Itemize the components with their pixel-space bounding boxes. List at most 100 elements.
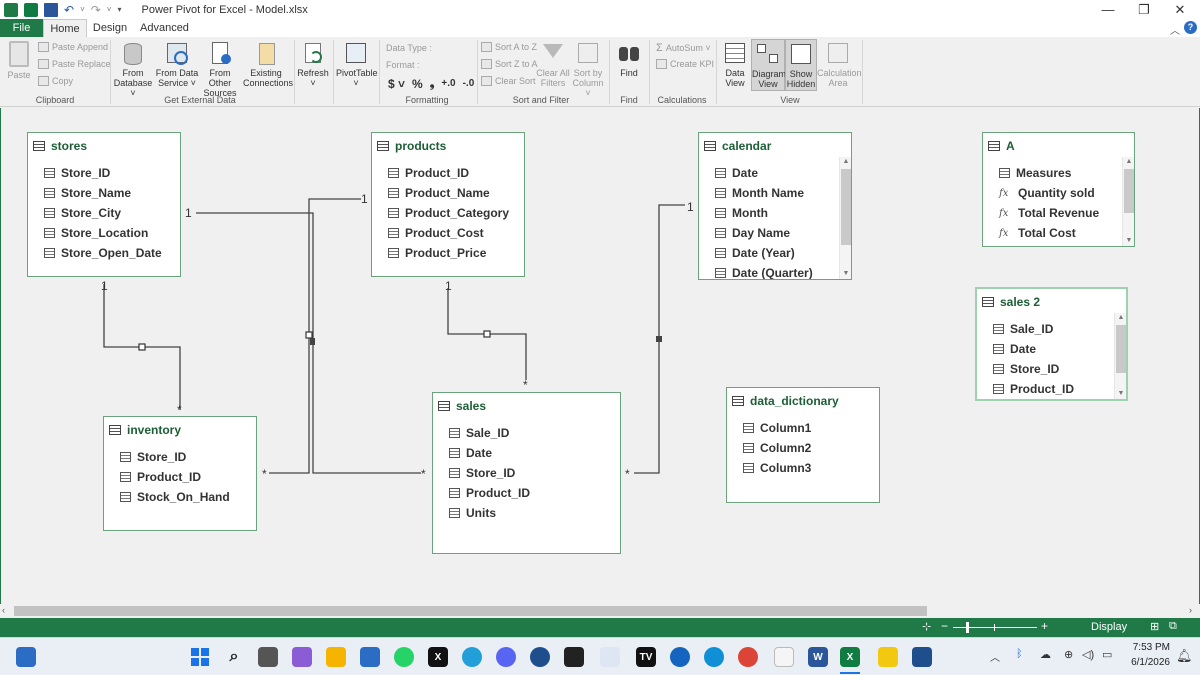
column-item[interactable]: Product_Name (388, 183, 509, 203)
column-item[interactable]: Product_ID (120, 467, 230, 487)
measure-item[interactable]: fx Quantity sold (999, 183, 1099, 203)
format-dropdown[interactable]: Format : (386, 60, 420, 70)
copy-button[interactable]: Copy (38, 76, 73, 86)
column-item[interactable]: Date (Quarter) (715, 263, 813, 279)
table-header[interactable]: data_dictionary (732, 394, 839, 408)
sort-a-z-button[interactable]: Sort A to Z (481, 42, 537, 52)
column-item[interactable]: Date (993, 339, 1074, 359)
display-label[interactable]: Display (1091, 621, 1127, 633)
customize-qat-icon[interactable]: ▾ (117, 5, 121, 14)
zoom-in-icon[interactable]: + (1041, 619, 1048, 633)
scroll-down-icon[interactable]: ▼ (1115, 389, 1126, 399)
table-products[interactable]: products Product_ID Product_Name Product… (371, 132, 525, 277)
scroll-down-icon[interactable]: ▼ (840, 269, 851, 279)
column-item[interactable]: Product_Category (388, 203, 509, 223)
fit-to-screen-icon[interactable]: ⊹ (922, 620, 931, 633)
battery-icon[interactable]: ▭ (1102, 648, 1112, 661)
widgets-icon[interactable] (16, 647, 36, 667)
scroll-thumb[interactable] (841, 169, 851, 245)
column-item[interactable]: Stock_On_Hand (120, 487, 230, 507)
column-item[interactable]: Month Name (715, 183, 813, 203)
word-icon[interactable]: W (808, 647, 828, 667)
grid-view-icon[interactable]: ⊞ (1150, 620, 1159, 633)
show-hidden-icons[interactable]: ︿ (990, 649, 1000, 664)
edge-icon[interactable] (704, 647, 724, 667)
column-item[interactable]: Units (449, 503, 530, 523)
currency-button[interactable]: $ ˅ (388, 77, 405, 91)
paste-append-button[interactable]: Paste Append (38, 42, 108, 52)
table-header[interactable]: inventory (109, 423, 181, 437)
from-other-sources-button[interactable]: From Other Sources (198, 41, 242, 98)
percent-button[interactable]: % (412, 77, 423, 91)
column-item[interactable]: Store_Location (44, 223, 162, 243)
existing-connections-button[interactable]: Existing Connections (243, 41, 293, 88)
table-header[interactable]: products (377, 139, 446, 153)
column-item[interactable]: Store_ID (44, 163, 162, 183)
redo-icon[interactable]: ↷ (91, 3, 101, 17)
find-button[interactable]: Find (613, 41, 645, 78)
undo-icon[interactable]: ↶ (64, 3, 74, 17)
decrease-decimal-button[interactable]: -.0 (463, 78, 475, 89)
measures-folder[interactable]: Measures (999, 163, 1099, 183)
tab-home[interactable]: Home (43, 19, 87, 37)
show-hidden-button[interactable]: Show Hidden (785, 39, 817, 91)
zoom-out-icon[interactable]: − (941, 619, 948, 633)
table-header[interactable]: calendar (704, 139, 771, 153)
calculation-area-button[interactable]: Calculation Area (817, 41, 862, 88)
column-item[interactable]: Day Name (715, 223, 813, 243)
app-icon[interactable] (530, 647, 550, 667)
zoom-slider-thumb[interactable] (966, 622, 969, 633)
search-icon[interactable]: ⌕ (224, 647, 244, 667)
column-item[interactable]: Product_ID (449, 483, 530, 503)
scroll-thumb[interactable] (1124, 169, 1134, 213)
start-icon[interactable] (190, 647, 210, 667)
vertical-scrollbar[interactable]: ▲ ▼ (1122, 157, 1134, 246)
telegram-icon[interactable] (462, 647, 482, 667)
column-item[interactable]: Store_Open_Date (44, 243, 162, 263)
redo-dropdown-icon[interactable]: ˅ (107, 5, 112, 14)
table-header[interactable]: sales (438, 399, 486, 413)
refresh-button[interactable]: Refresh ˅ (296, 41, 330, 88)
diagram-canvas[interactable]: 1 1 1 1 1 * * * * * stores Store_ID Stor… (0, 108, 1200, 618)
relationship-marker[interactable] (310, 338, 315, 345)
help-icon[interactable]: ? (1184, 21, 1197, 34)
table-inventory[interactable]: inventory Store_ID Product_ID Stock_On_H… (103, 416, 257, 531)
clock-date[interactable]: 6/1/2026 (1124, 657, 1170, 668)
diagram-view-icon[interactable]: ⧉ (1169, 620, 1177, 633)
excel-icon[interactable]: X (840, 647, 860, 667)
notepad-icon[interactable] (774, 647, 794, 667)
measure-item[interactable]: fx Total Revenue (999, 203, 1099, 223)
scroll-thumb[interactable] (1116, 325, 1126, 373)
tab-file[interactable]: File (0, 19, 43, 37)
app-icon[interactable] (564, 647, 584, 667)
volume-icon[interactable]: ◁) (1082, 648, 1094, 661)
x-icon[interactable]: X (428, 647, 448, 667)
column-item[interactable]: Product_ID (993, 379, 1074, 399)
scroll-thumb[interactable] (14, 606, 927, 616)
store-icon[interactable] (360, 647, 380, 667)
column-item[interactable]: Store_ID (449, 463, 530, 483)
clear-all-filters-button[interactable]: Clear All Filters (536, 41, 570, 88)
comma-button[interactable]: ❟ (430, 76, 435, 91)
column-item[interactable]: Column3 (743, 458, 811, 478)
column-item[interactable]: Date (449, 443, 530, 463)
table-header[interactable]: sales 2 (982, 295, 1040, 309)
autosum-button[interactable]: Σ AutoSum ˅ (656, 42, 711, 54)
column-item[interactable]: Product_Cost (388, 223, 509, 243)
tradingview-icon[interactable]: TV (636, 647, 656, 667)
table-header[interactable]: A (988, 139, 1015, 153)
clear-sort-button[interactable]: Clear Sort (481, 76, 536, 86)
whatsapp-icon[interactable] (394, 647, 414, 667)
sort-z-a-button[interactable]: Sort Z to A (481, 59, 538, 69)
relationship-marker[interactable] (656, 336, 662, 342)
column-item[interactable]: Store_ID (120, 447, 230, 467)
table-calendar[interactable]: calendar Date Month Name Month Day Name … (698, 132, 852, 280)
save-icon[interactable] (44, 2, 58, 17)
paste-button[interactable]: Paste (4, 41, 34, 80)
app-icon[interactable] (600, 647, 620, 667)
excel-icon[interactable] (24, 2, 38, 17)
app-icon[interactable] (912, 647, 932, 667)
measure-item[interactable]: fx Total Cost (999, 223, 1099, 243)
pivottable-button[interactable]: PivotTable ˅ (336, 41, 378, 88)
scroll-up-icon[interactable]: ▲ (840, 157, 851, 167)
